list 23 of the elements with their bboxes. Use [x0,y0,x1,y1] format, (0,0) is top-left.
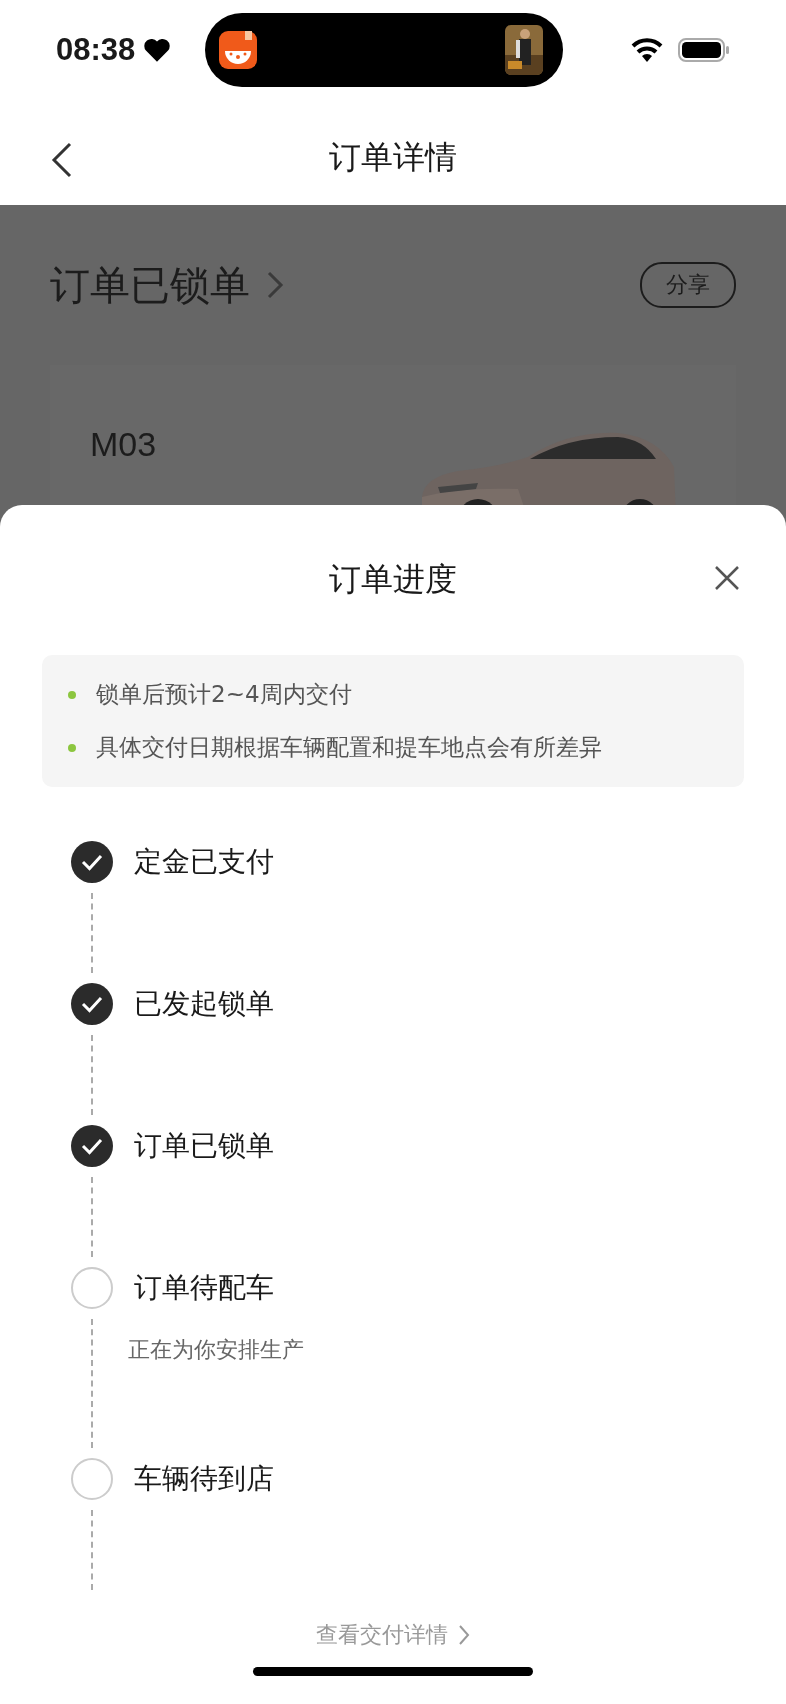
delivery-details-link[interactable]: 查看交付详情 [316,1620,470,1650]
share-button[interactable]: 分享 [640,262,736,308]
step-label: 车辆待到店 [134,1461,275,1497]
order-status: 订单已锁单 [50,260,250,310]
car-model: M03 [90,425,157,465]
chevron-icon [458,1624,470,1646]
sheet-title: 订单进度 [329,559,457,600]
info-note: 具体交付日期根据车辆配置和提车地点会有所差异 [96,733,602,762]
step-label: 订单已锁单 [134,1128,275,1164]
wifi-icon [630,37,664,63]
status-time: 08:38 [56,32,136,68]
bullet-icon [68,690,76,699]
step-label: 订单待配车 [134,1270,275,1306]
step-label: 定金已支付 [134,844,275,880]
step-label: 已发起锁单 [134,986,275,1022]
battery-icon [678,37,730,63]
bullet-icon [68,743,76,752]
step-note: 正在为你安排生产 [128,1336,305,1364]
page-title: 订单详情 [329,136,457,178]
chevron-icon [266,270,284,300]
heart-icon [143,37,172,63]
app-icon[interactable] [219,31,258,69]
info-note: 锁单后预计2~4周内交付 [96,680,352,709]
